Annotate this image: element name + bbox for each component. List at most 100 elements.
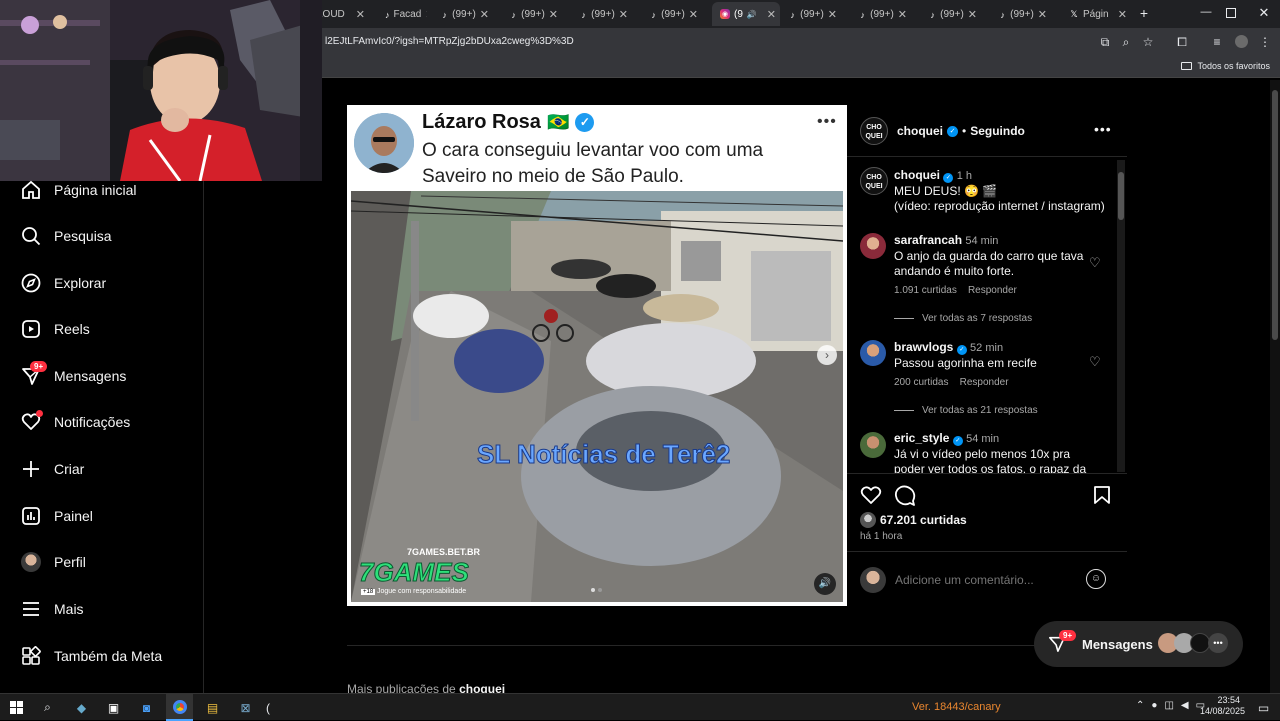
page-scrollbar[interactable] bbox=[1270, 80, 1280, 693]
view-replies-button[interactable]: Ver todas as 21 respostas bbox=[894, 405, 1038, 416]
browser-tab[interactable]: ♪ (99+) ✕ bbox=[781, 5, 841, 24]
bookmark-star-icon[interactable]: ☆ bbox=[1140, 34, 1156, 50]
browser-tab[interactable]: ♪Facad✕ bbox=[377, 5, 427, 24]
comment-likes[interactable]: 200 curtidas bbox=[894, 377, 948, 388]
clock-date: 14/08/2025 bbox=[1200, 706, 1246, 716]
post-author[interactable]: choquei bbox=[897, 124, 943, 138]
notification-center-icon[interactable]: ▭ bbox=[1250, 694, 1277, 721]
browser-tab[interactable]: ♪ (99+) ✕ bbox=[642, 5, 702, 24]
close-tab-icon[interactable]: ✕ bbox=[615, 8, 628, 21]
url-text[interactable]: l2EJtLFAmvIc0/?igsh=MTRpZjg2bDUxa2cweg%3… bbox=[325, 36, 574, 47]
new-tab-button[interactable]: + bbox=[1136, 5, 1152, 23]
comment-user[interactable]: sarafrancah bbox=[894, 233, 962, 247]
close-tab-icon[interactable]: ✕ bbox=[964, 8, 977, 21]
audio-playing-icon[interactable]: 🔊 bbox=[747, 10, 757, 19]
comment-avatar[interactable] bbox=[860, 340, 886, 366]
chevron-up-icon[interactable]: ⌃ bbox=[1136, 700, 1144, 711]
close-tab-icon[interactable]: ✕ bbox=[421, 8, 427, 21]
sidebar-item-explore[interactable]: Explorar bbox=[20, 272, 106, 294]
close-tab-icon[interactable]: ✕ bbox=[352, 8, 365, 21]
sidebar-item-create[interactable]: Criar bbox=[20, 458, 84, 480]
comment-icon[interactable] bbox=[894, 485, 916, 512]
post-media[interactable]: Lázaro Rosa 🇧🇷 ✓ ••• O cara conseguiu le… bbox=[347, 105, 847, 606]
volume-icon[interactable]: 🔊 bbox=[814, 573, 836, 595]
heart-icon[interactable]: ♡ bbox=[1089, 255, 1101, 271]
comment-user[interactable]: eric_style bbox=[894, 431, 949, 445]
choquei-avatar[interactable]: CHO QUEI bbox=[860, 117, 888, 145]
likes-line[interactable]: 67.201 curtidas bbox=[860, 512, 967, 528]
sidebar-item-more[interactable]: Mais bbox=[20, 598, 84, 620]
zoom-icon[interactable]: ⌕ bbox=[1118, 34, 1134, 50]
browser-tab[interactable]: ♪ (99+) ✕ bbox=[572, 5, 632, 24]
network-icon[interactable]: ◫ bbox=[1164, 700, 1173, 711]
next-slide-button[interactable]: › bbox=[817, 345, 837, 365]
clock[interactable]: 23:54 14/08/2025 bbox=[1200, 695, 1245, 717]
all-bookmarks[interactable]: Todos os favoritos bbox=[1181, 61, 1270, 71]
sidebar-item-dashboard[interactable]: Painel bbox=[20, 505, 93, 527]
save-icon[interactable] bbox=[1093, 485, 1111, 510]
follow-status-button[interactable]: Seguindo bbox=[970, 124, 1025, 138]
sidebar-item-reels[interactable]: Reels bbox=[20, 318, 90, 340]
sidebar-item-home[interactable]: Página inicial bbox=[20, 179, 137, 201]
comment-avatar[interactable] bbox=[860, 233, 886, 259]
search-icon[interactable]: ⌕ bbox=[34, 694, 61, 721]
app-icon[interactable]: ( bbox=[262, 694, 274, 721]
heart-icon[interactable]: ♡ bbox=[1089, 354, 1101, 370]
browser-tab[interactable]: ♪ (99+) ✕ bbox=[991, 5, 1051, 24]
comment-user[interactable]: brawvlogs bbox=[894, 340, 953, 354]
close-tab-icon[interactable]: ✕ bbox=[545, 8, 558, 21]
browser-tab[interactable]: ♪ (99+) ✕ bbox=[502, 5, 562, 24]
comments-scrollbar[interactable] bbox=[1117, 160, 1125, 472]
app-icon[interactable]: ⊠ bbox=[232, 694, 259, 721]
chrome-icon[interactable] bbox=[166, 694, 193, 721]
microphone-icon[interactable]: ● bbox=[1151, 700, 1157, 711]
emoji-icon[interactable]: ☺ bbox=[1086, 569, 1106, 589]
video-frame[interactable] bbox=[351, 191, 843, 602]
volume-icon[interactable]: ◀ bbox=[1181, 700, 1189, 711]
comment-likes[interactable]: 1.091 curtidas bbox=[894, 285, 957, 296]
restore-button[interactable] bbox=[1226, 8, 1236, 18]
close-tab-icon[interactable]: ✕ bbox=[894, 8, 907, 21]
search-icon bbox=[20, 225, 42, 247]
windows-start-icon[interactable] bbox=[3, 694, 30, 721]
close-tab-icon[interactable]: ✕ bbox=[1034, 8, 1047, 21]
browser-tab[interactable]: ◉ (9 🔊 ✕ bbox=[712, 2, 780, 26]
view-replies-button[interactable]: Ver todas as 7 respostas bbox=[894, 313, 1032, 324]
close-tab-icon[interactable]: ✕ bbox=[685, 8, 698, 21]
caption-author[interactable]: choquei bbox=[894, 168, 940, 182]
reply-button[interactable]: Responder bbox=[960, 377, 1009, 388]
close-tab-icon[interactable]: ✕ bbox=[824, 8, 837, 21]
file-explorer-icon[interactable]: ▤ bbox=[199, 694, 226, 721]
system-tray[interactable]: ⌃ ● ◫ ◀ ▭ bbox=[1136, 700, 1205, 711]
like-icon[interactable] bbox=[860, 485, 882, 510]
messages-pill[interactable]: 9+ Mensagens ••• bbox=[1034, 621, 1243, 667]
browser-tab[interactable]: ♪ (99+) ✕ bbox=[921, 5, 981, 24]
store-icon[interactable]: ▣ bbox=[100, 694, 127, 721]
copilot-icon[interactable]: ◆ bbox=[68, 694, 95, 721]
folder-icon bbox=[1181, 62, 1193, 70]
contact-avatar bbox=[1190, 633, 1210, 653]
comment-input[interactable] bbox=[895, 571, 1075, 589]
browser-tab[interactable]: 𝕏 Págin ✕ bbox=[1061, 5, 1131, 24]
tiktok-icon: ♪ bbox=[651, 9, 656, 20]
extensions-icon[interactable]: ⧠ bbox=[1174, 34, 1190, 50]
browser-tab[interactable]: ♪ (99+) ✕ bbox=[433, 5, 493, 24]
kebab-menu-icon[interactable]: ⋮ bbox=[1257, 34, 1273, 50]
browser-tab[interactable]: ♪ (99+) ✕ bbox=[851, 5, 911, 24]
close-tab-icon[interactable]: ✕ bbox=[763, 8, 776, 21]
close-tab-icon[interactable]: ✕ bbox=[476, 8, 489, 21]
sidebar-item-profile[interactable]: Perfil bbox=[20, 551, 86, 573]
minimize-button[interactable]: — bbox=[1198, 6, 1214, 22]
media-controls-icon[interactable]: ≡ bbox=[1209, 34, 1225, 50]
close-tab-icon[interactable]: ✕ bbox=[1114, 8, 1127, 21]
profile-avatar-icon[interactable] bbox=[1233, 34, 1249, 50]
outlook-icon[interactable]: ◙ bbox=[133, 694, 160, 721]
install-app-icon[interactable]: ⧉ bbox=[1097, 34, 1113, 50]
close-window-button[interactable]: ✕ bbox=[1256, 5, 1272, 21]
reply-button[interactable]: Responder bbox=[968, 285, 1017, 296]
post-options-icon[interactable]: ••• bbox=[1094, 121, 1112, 137]
tiktok-icon: ♪ bbox=[511, 9, 516, 20]
caption-avatar[interactable]: CHO QUEI bbox=[860, 167, 888, 195]
sidebar-item-also-from-meta[interactable]: Também da Meta bbox=[20, 645, 162, 667]
sidebar-item-search[interactable]: Pesquisa bbox=[20, 225, 112, 247]
